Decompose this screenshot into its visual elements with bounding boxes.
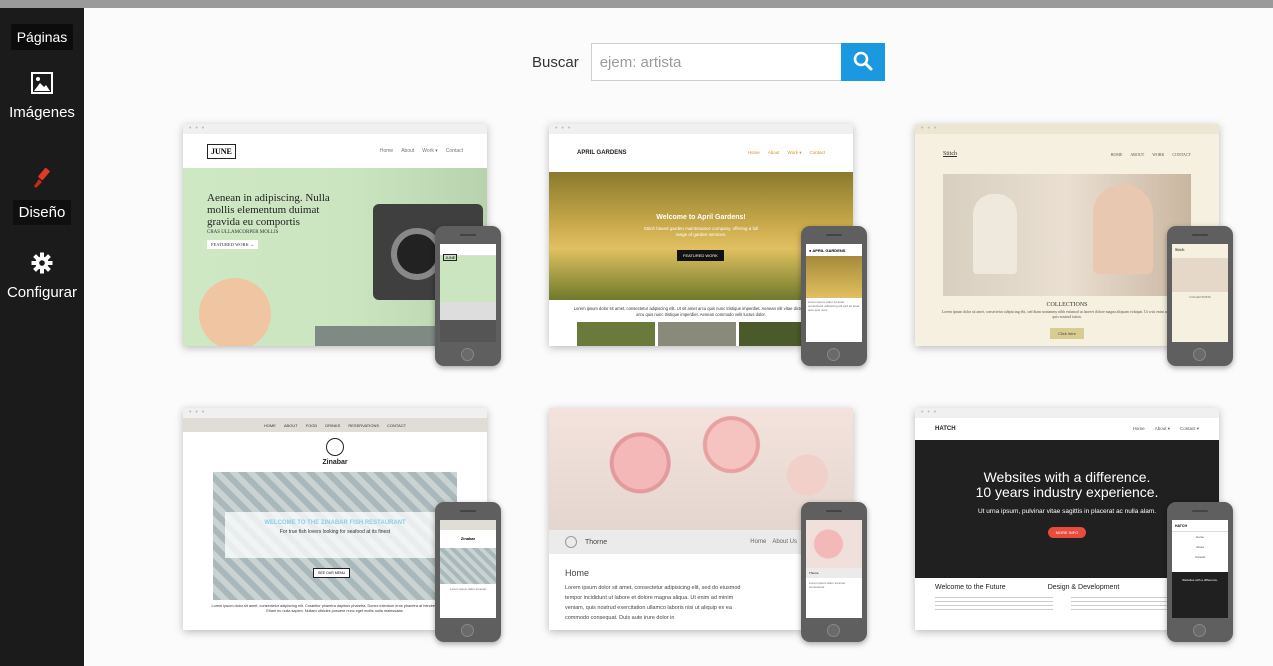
sidebar-item-imagenes[interactable]: Imágenes <box>0 72 84 121</box>
template-headline: 10 years industry experience. <box>975 484 1159 500</box>
search-label: Buscar <box>532 53 579 71</box>
nav-link: CONTACT <box>1172 151 1191 157</box>
template-sub: CRAS ULLAMCORPER MOLLIS <box>207 230 279 235</box>
nav-link: Home <box>747 150 760 155</box>
search-icon <box>853 51 873 74</box>
nav-link: Work ▾ <box>422 148 438 154</box>
sidebar-item-label: Diseño <box>12 200 72 225</box>
template-brand: Thorne <box>585 538 608 546</box>
nav-link: WORK <box>1152 151 1165 157</box>
nav-link: Contact ▾ <box>1179 426 1199 431</box>
template-body: Lorem ipsum dolor sit amet, consectetur … <box>565 585 741 621</box>
nav-link: About Us <box>772 539 797 545</box>
template-headline: Home <box>565 568 590 578</box>
search-bar: Buscar <box>532 42 885 82</box>
template-sub: Stitch based garden maintenance company,… <box>643 226 759 237</box>
template-brand: APRIL GARDENS <box>577 150 627 156</box>
search-input[interactable] <box>590 43 841 81</box>
mobile-preview: ● APRIL GARDENS Lorem ipsum dolor sit am… <box>801 226 867 366</box>
sidebar: Páginas Imágenes Diseño Configurar <box>0 8 84 666</box>
nav-link: RESERVATIONS <box>348 422 380 428</box>
gear-icon <box>0 252 84 278</box>
template-card-thorne[interactable]: Thorne Home About Us Home Lorem ipsum do… <box>549 408 867 642</box>
app-frame: Páginas Imágenes Diseño Configurar Busca… <box>0 0 1273 666</box>
sidebar-item-label: Páginas <box>10 24 74 50</box>
nav-link: Contact <box>445 148 463 154</box>
mobile-preview: Zinabar Lorem ipsum dolor sit amet <box>435 502 501 642</box>
template-button: SEE OUR MENU <box>313 568 351 578</box>
image-icon <box>0 72 84 98</box>
template-button: FEATURED WORK <box>677 250 724 261</box>
search-button[interactable] <box>840 43 885 81</box>
nav-link: About <box>401 148 415 154</box>
template-button: FEATURED WORK → <box>207 240 259 249</box>
template-sub: For true fish lovers looking for seafood… <box>279 529 391 535</box>
nav-link: Home <box>1132 426 1145 431</box>
sidebar-item-diseno[interactable]: Diseño <box>0 166 84 225</box>
nav-link: Work ▾ <box>787 150 802 155</box>
template-card-june[interactable]: • • • JUNE Home About Work ▾ Contact Aen… <box>183 124 501 366</box>
nav-link: Contact <box>809 150 825 155</box>
nav-link: CONTACT <box>387 422 407 428</box>
template-col-title: Welcome to the Future <box>935 584 1006 591</box>
sidebar-item-label: Imágenes <box>9 104 75 121</box>
template-card-zinabar[interactable]: • • • HOME ABOUT FOOD DRINKS RESERVATION… <box>183 408 501 642</box>
mobile-preview: JUNE <box>435 226 501 366</box>
template-button: Click here <box>1050 328 1084 339</box>
sidebar-item-configurar[interactable]: Configurar <box>0 252 84 301</box>
template-headline: WELCOME TO THE ZINABAR FISH RESTAURANT <box>264 520 406 526</box>
nav-link: ABOUT <box>283 422 298 428</box>
mobile-preview: Stitch COLLECTIONS <box>1167 226 1233 366</box>
template-headline: Welcome to April Gardens! <box>656 214 746 221</box>
template-headline: Websites with a difference. <box>983 469 1151 485</box>
brush-icon <box>0 166 84 194</box>
nav-link: FOOD <box>305 422 318 428</box>
template-brand: JUNE <box>207 143 236 159</box>
sidebar-item-paginas[interactable]: Páginas <box>0 24 84 50</box>
mobile-preview: Thorne Lorem ipsum dolor sit amet consec… <box>801 502 867 642</box>
template-button: MORE INFO <box>1047 527 1087 538</box>
nav-link: About ▾ <box>1154 426 1170 431</box>
template-brand: HATCH <box>935 426 956 432</box>
mobile-preview: HATCH Home About Contact Websites with a d… <box>1167 502 1233 642</box>
template-brand: Zinabar <box>322 459 348 466</box>
nav-link: HOME <box>263 422 276 428</box>
nav-link: DRINKS <box>325 422 341 428</box>
template-card-stitch[interactable]: • • • Stitch HOME ABOUT WORK CONTACT COL… <box>915 124 1233 366</box>
nav-link: About <box>767 150 780 155</box>
template-card-april-gardens[interactable]: • • • APRIL GARDENS Home About Work ▾ Co… <box>549 124 867 366</box>
template-brand: Stitch <box>943 151 958 157</box>
nav-link: Home <box>379 148 394 154</box>
nav-link: ABOUT <box>1130 151 1145 157</box>
nav-link: HOME <box>1110 151 1123 157</box>
sidebar-item-label: Configurar <box>6 284 78 301</box>
template-headline: Aenean in adipiscing. Nulla mollis eleme… <box>207 192 330 228</box>
template-col-title: Design & Development <box>1047 584 1120 591</box>
nav-link: Home <box>750 539 767 545</box>
template-card-hatch[interactable]: • • • HATCH Home About ▾ Contact ▾ Websi… <box>915 408 1233 642</box>
